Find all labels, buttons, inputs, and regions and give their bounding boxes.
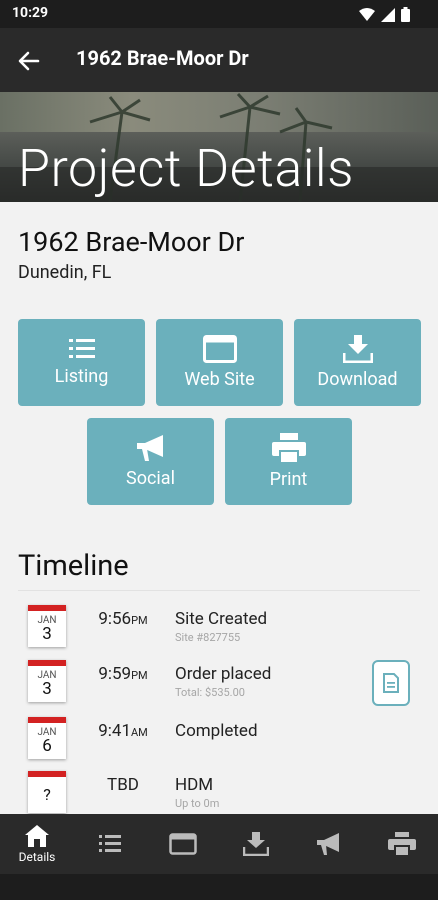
calendar-day: 6	[42, 736, 52, 756]
megaphone-icon	[136, 435, 163, 461]
document-icon	[383, 673, 399, 693]
calendar-day: 3	[42, 624, 52, 644]
social-button[interactable]: Social	[87, 418, 214, 505]
nav-web-site[interactable]	[152, 814, 214, 874]
status-icons	[359, 7, 410, 22]
download-button[interactable]: Download	[294, 319, 421, 406]
calendar-icon: JAN 3	[28, 660, 66, 702]
timeline-row: JAN 3 9:59PM Order placed Total: $535.00	[0, 660, 438, 716]
timeline-divider	[18, 590, 420, 591]
list-icon	[99, 835, 121, 852]
event-subtitle: Total: $535.00	[175, 686, 245, 699]
status-time: 10:29	[12, 5, 49, 21]
web-site-label: Web Site	[184, 369, 255, 390]
status-bar: 10:29	[0, 0, 438, 28]
arrow-left-icon	[18, 51, 40, 71]
calendar-header	[28, 660, 66, 666]
event-title: Site Created	[175, 609, 268, 629]
nav-social[interactable]	[298, 814, 360, 874]
timeline-heading: Timeline	[18, 549, 129, 583]
nav-listing[interactable]	[79, 814, 141, 874]
timeline-row: JAN 6 9:41AM Completed	[0, 717, 438, 773]
home-icon	[25, 824, 49, 847]
event-ampm: PM	[131, 614, 148, 627]
system-gesture-bar	[0, 874, 438, 900]
calendar-icon: JAN 6	[28, 717, 66, 759]
printer-icon	[388, 832, 416, 856]
list-icon	[68, 339, 95, 358]
signal-icon	[381, 7, 395, 22]
calendar-header	[28, 605, 66, 611]
calendar-header	[28, 717, 66, 723]
wifi-icon	[359, 7, 375, 21]
download-label: Download	[317, 369, 398, 390]
event-time: 9:41AM	[98, 721, 148, 741]
listing-label: Listing	[54, 366, 109, 387]
event-subtitle: Up to 0m	[175, 797, 220, 810]
browser-window-icon	[169, 833, 197, 855]
event-time: 9:59PM	[98, 664, 148, 684]
browser-window-icon	[202, 335, 237, 363]
property-city: Dunedin, FL	[18, 262, 112, 283]
event-title: Order placed	[175, 664, 272, 684]
listing-button[interactable]: Listing	[18, 319, 145, 406]
event-title: Completed	[175, 721, 258, 741]
megaphone-icon	[317, 833, 339, 855]
calendar-day: ?	[43, 785, 51, 804]
event-ampm: AM	[131, 726, 148, 739]
property-address: 1962 Brae-Moor Dr	[18, 226, 245, 258]
app-bar: 1962 Brae-Moor Dr	[0, 28, 438, 92]
social-label: Social	[126, 468, 175, 489]
battery-icon	[401, 7, 410, 22]
event-title: HDM	[175, 775, 214, 795]
back-button[interactable]	[14, 46, 44, 76]
nav-download[interactable]	[225, 814, 287, 874]
event-ampm: PM	[131, 669, 148, 682]
app-bar-title: 1962 Brae-Moor Dr	[76, 46, 249, 70]
hero-title: Project Details	[18, 138, 354, 199]
web-site-button[interactable]: Web Site	[156, 319, 283, 406]
printer-icon	[271, 433, 306, 463]
print-label: Print	[269, 469, 308, 490]
event-subtitle: Site #827755	[175, 631, 241, 644]
calendar-icon: JAN 3	[28, 605, 66, 647]
event-time: TBD	[107, 775, 139, 795]
bottom-nav: Details	[0, 814, 438, 874]
print-button[interactable]: Print	[225, 418, 352, 505]
nav-details[interactable]: Details	[6, 814, 68, 874]
nav-print[interactable]	[371, 814, 433, 874]
calendar-day: 3	[42, 679, 52, 699]
download-icon	[243, 832, 269, 856]
calendar-header	[28, 771, 66, 777]
event-time: 9:56PM	[98, 609, 148, 629]
timeline-row: JAN 3 9:56PM Site Created Site #827755	[0, 605, 438, 661]
calendar-icon: ?	[28, 771, 66, 813]
invoice-button[interactable]	[372, 660, 410, 706]
download-icon	[342, 335, 373, 363]
nav-details-label: Details	[18, 849, 56, 864]
